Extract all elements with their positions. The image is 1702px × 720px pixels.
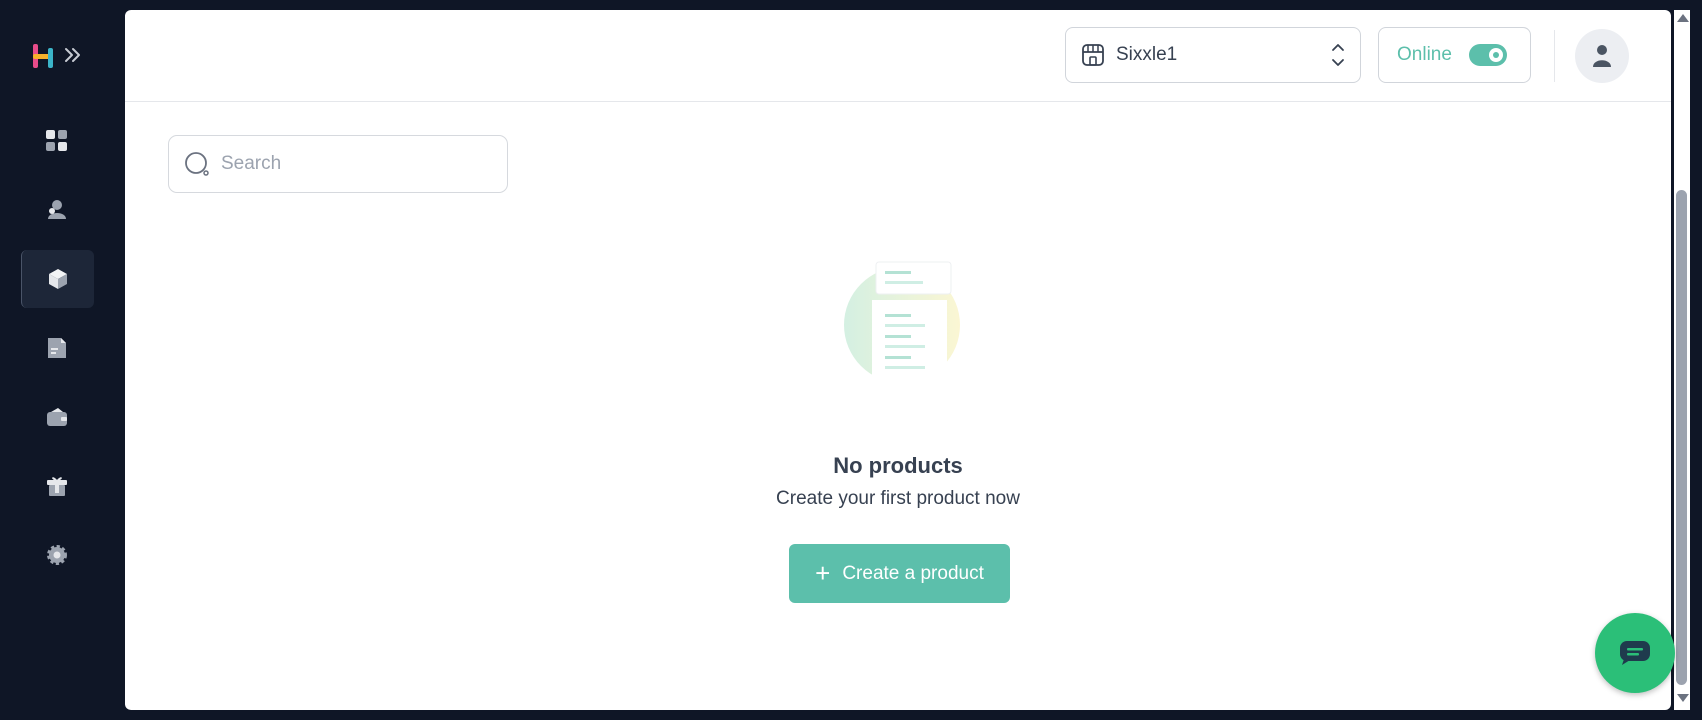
online-label: Online xyxy=(1397,44,1452,65)
chat-button[interactable] xyxy=(1595,613,1675,693)
double-chevron-right-icon[interactable] xyxy=(62,44,84,66)
online-toggle[interactable] xyxy=(1468,44,1507,66)
plus-icon: + xyxy=(815,558,831,588)
scroll-down-arrow-icon[interactable] xyxy=(1677,694,1689,702)
document-icon xyxy=(48,338,66,358)
chat-bubble-icon xyxy=(1620,641,1650,665)
sidebar-item-wallet[interactable] xyxy=(21,388,93,446)
online-status: Online xyxy=(1378,27,1531,83)
empty-state-title: No products xyxy=(833,453,963,478)
grid-icon xyxy=(46,130,67,151)
gift-icon xyxy=(47,477,67,496)
avatar[interactable] xyxy=(1575,29,1629,83)
sidebar-item-customers[interactable] xyxy=(21,181,93,239)
search-bar xyxy=(168,135,508,193)
scrollbar-thumb[interactable] xyxy=(1676,190,1687,685)
sidebar-item-products[interactable] xyxy=(21,250,94,308)
sidebar-item-settings[interactable] xyxy=(21,526,93,584)
search-icon xyxy=(185,152,209,176)
store-name: Sixxle1 xyxy=(1116,44,1178,65)
store-icon xyxy=(1082,44,1104,66)
sidebar-item-gifts[interactable] xyxy=(21,457,93,515)
search-input[interactable] xyxy=(219,152,493,176)
main-panel: Sixxle1 Online Search No products Create… xyxy=(125,10,1671,710)
empty-products-illustration xyxy=(844,261,960,410)
scroll-up-arrow-icon[interactable] xyxy=(1677,14,1689,22)
store-selector[interactable]: Sixxle1 xyxy=(1065,27,1361,83)
create-product-button[interactable]: + Create a product xyxy=(789,544,1010,603)
sidebar-item-orders[interactable] xyxy=(21,319,93,377)
header-divider xyxy=(1554,30,1555,82)
wallet-icon xyxy=(47,408,67,426)
top-bar: Sixxle1 Online xyxy=(125,10,1671,102)
empty-state-subtitle: Create your first product now xyxy=(776,488,1020,509)
user-icon xyxy=(1593,45,1611,67)
chevron-up-down-icon xyxy=(1332,44,1344,66)
gear-icon xyxy=(47,545,67,565)
create-product-label: Create a product xyxy=(842,562,984,584)
brand-logo[interactable] xyxy=(30,42,58,70)
users-icon xyxy=(48,200,66,219)
sidebar-item-dashboard[interactable] xyxy=(21,112,93,170)
cube-icon xyxy=(49,269,67,289)
sidebar xyxy=(0,0,124,720)
